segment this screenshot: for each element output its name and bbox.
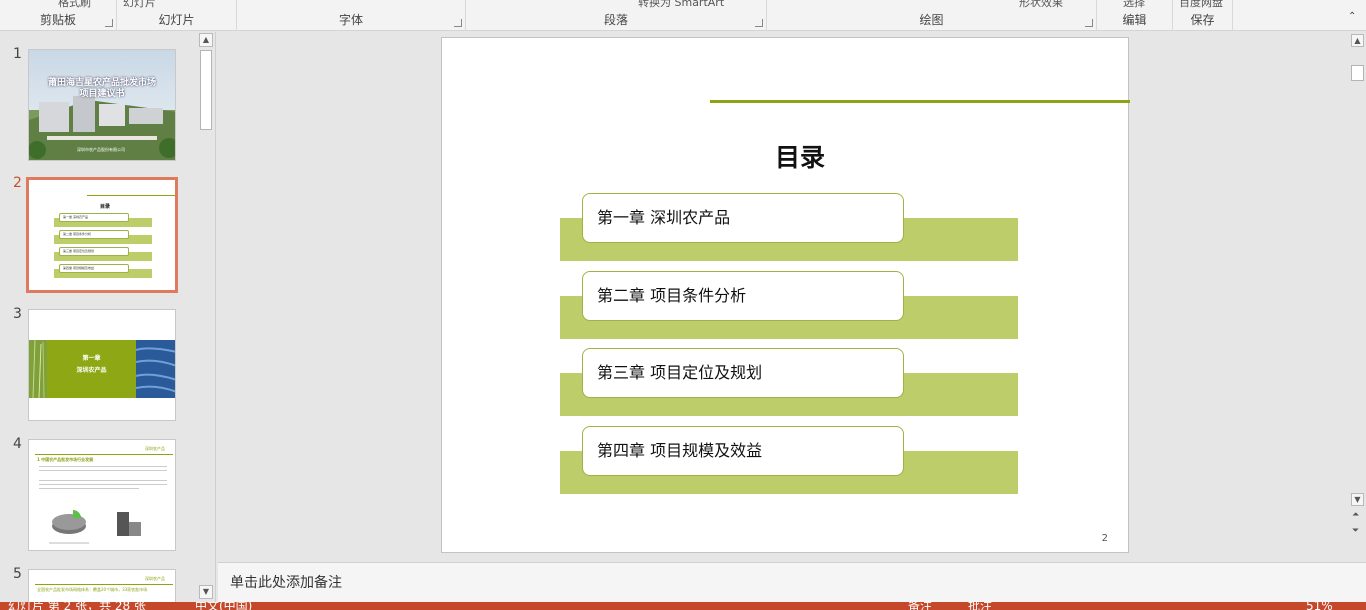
shape-effects-label[interactable]: 形状效果	[1019, 0, 1063, 10]
thumb-number-5: 5	[13, 566, 22, 582]
format-painter-label[interactable]: 格式刷	[58, 0, 91, 10]
thumb-number-3: 3	[13, 306, 22, 322]
slide-scrollbar[interactable]: ▲ ▼ ⏶ ⏷	[1349, 32, 1366, 562]
notes-pane[interactable]: 单击此处添加备注	[218, 562, 1366, 602]
group-label-drawing: 绘图	[919, 13, 944, 27]
collapse-ribbon-icon[interactable]: ⌃	[1348, 12, 1358, 22]
slide-thumbnails-pane: 1 莆田海吉星农产品批发市场 项目建议书 深圳市农产品股份有限公司 2 目录 第…	[0, 32, 216, 602]
drawing-launcher-icon[interactable]	[1085, 19, 1093, 27]
scroll-down-arrow-icon[interactable]: ▼	[199, 585, 213, 599]
thumb-2-line	[87, 195, 175, 196]
toc-textbox-4[interactable]: 第四章 项目规模及效益	[582, 426, 904, 476]
baidu-netdisk-label[interactable]: 百度网盘	[1179, 0, 1223, 10]
toc-textbox-2[interactable]: 第二章 项目条件分析	[582, 271, 904, 321]
comments-toggle-button[interactable]: 批注	[968, 602, 992, 610]
toc-textbox-3[interactable]: 第三章 项目定位及规划	[582, 348, 904, 398]
slide-accent-line	[710, 100, 1130, 103]
thumb-number-4: 4	[13, 436, 22, 452]
new-slide-label[interactable]: 幻灯片	[123, 0, 156, 10]
notes-toggle-button[interactable]: 备注	[908, 602, 932, 610]
group-label-slides: 幻灯片	[158, 13, 195, 27]
scroll-down-arrow-icon[interactable]: ▼	[1351, 493, 1364, 506]
previous-slide-icon[interactable]: ⏶	[1352, 510, 1359, 520]
thumb-4-charts	[49, 510, 141, 544]
notes-placeholder[interactable]: 单击此处添加备注	[230, 572, 342, 592]
slide-editing-area: 目录 第一章 深圳农产品 第二章 项目条件分析 第三章 项目定位及规划 第四章 …	[218, 32, 1348, 562]
smartart-label[interactable]: 转换为 SmartArt	[638, 0, 724, 10]
ribbon-group-font: 字体	[237, 0, 466, 31]
group-label-font: 字体	[338, 13, 363, 27]
group-label-paragraph: 段落	[603, 13, 628, 27]
thumbnails-scrollbar[interactable]: ▲ ▼	[198, 32, 214, 600]
thumb-2-item-4: 第四章 项目规模及效益	[59, 264, 129, 273]
toc-item-4: 第四章 项目规模及效益	[560, 426, 1018, 526]
font-launcher-icon[interactable]	[454, 19, 462, 27]
thumb-2-title: 目录	[99, 204, 110, 210]
slide-title[interactable]: 目录	[442, 138, 1128, 174]
paragraph-launcher-icon[interactable]	[755, 19, 763, 27]
cover-image	[29, 50, 175, 160]
next-slide-icon[interactable]: ⏷	[1352, 526, 1359, 536]
thumbnails-scroll-thumb[interactable]	[200, 50, 212, 130]
thumb-5-header: 深圳农产品	[145, 576, 165, 581]
ribbon-group-save: 百度网盘 保存	[1173, 0, 1233, 31]
toc-textbox-1[interactable]: 第一章 深圳农产品	[582, 193, 904, 243]
group-label-save: 保存	[1190, 13, 1215, 27]
slide-scroll-thumb[interactable]	[1351, 65, 1364, 81]
thumb-2-item-2: 第二章 项目条件分析	[59, 230, 129, 239]
slide-counter: 幻灯片 第 2 张，共 28 张	[8, 602, 146, 610]
ribbon-group-drawing: 形状效果 绘图	[767, 0, 1097, 31]
thumb-1-company: 深圳市农产品股份有限公司	[77, 147, 125, 152]
powerpoint-window: 格式刷 剪贴板 幻灯片 幻灯片 字体 转换为 SmartArt 段落 形状效果 …	[0, 0, 1366, 610]
thumb-3-text: 第一章 深圳农产品	[76, 355, 107, 374]
thumb-1-title: 莆田海吉星农产品批发市场 项目建议书	[47, 78, 156, 99]
thumb-number-2: 2	[13, 175, 22, 191]
ribbon-group-editing: 选择 编辑	[1097, 0, 1173, 31]
slide-page-number: 2	[1101, 533, 1108, 544]
zoom-level[interactable]: 51%	[1306, 602, 1333, 610]
ribbon-group-paragraph: 转换为 SmartArt 段落	[466, 0, 767, 31]
slide-thumbnail-1[interactable]: 莆田海吉星农产品批发市场 项目建议书 深圳市农产品股份有限公司	[28, 49, 176, 161]
thumb-2-item-3: 第三章 项目定位及规划	[59, 247, 129, 256]
ribbon-group-clipboard: 格式刷 剪贴板	[0, 0, 117, 31]
scroll-up-arrow-icon[interactable]: ▲	[199, 33, 213, 47]
slide-thumbnail-5[interactable]: 深圳农产品 全国农产品批发市场网络体系：覆盖20个城市，33家农批市场	[28, 569, 176, 602]
clipboard-launcher-icon[interactable]	[105, 19, 113, 27]
thumb-2-item-1: 第一章 深圳农产品	[59, 213, 129, 222]
group-label-editing: 编辑	[1122, 13, 1147, 27]
thumb-number-1: 1	[13, 46, 22, 62]
ribbon-group-slides: 幻灯片 幻灯片	[117, 0, 237, 31]
language-indicator[interactable]: 中文(中国)	[195, 602, 252, 610]
thumb-5-heading: 全国农产品批发市场网络体系：覆盖20个城市，33家农批市场	[37, 587, 148, 592]
status-bar: 幻灯片 第 2 张，共 28 张 中文(中国) 备注 批注 51%	[0, 602, 1366, 610]
scroll-up-arrow-icon[interactable]: ▲	[1351, 34, 1364, 47]
current-slide[interactable]: 目录 第一章 深圳农产品 第二章 项目条件分析 第三章 项目定位及规划 第四章 …	[441, 37, 1130, 553]
slide-thumbnail-3[interactable]: 第一章 深圳农产品	[28, 309, 176, 421]
group-label-clipboard: 剪贴板	[39, 13, 76, 27]
slide-thumbnail-2[interactable]: 目录 第一章 深圳农产品 第二章 项目条件分析 第三章 项目定位及规划 第四章 …	[26, 177, 178, 293]
ribbon: 格式刷 剪贴板 幻灯片 幻灯片 字体 转换为 SmartArt 段落 形状效果 …	[0, 0, 1366, 31]
slide-thumbnail-4[interactable]: 深圳农产品 1 中国农产品批发市场行业发展	[28, 439, 176, 551]
select-label[interactable]: 选择	[1123, 0, 1145, 10]
